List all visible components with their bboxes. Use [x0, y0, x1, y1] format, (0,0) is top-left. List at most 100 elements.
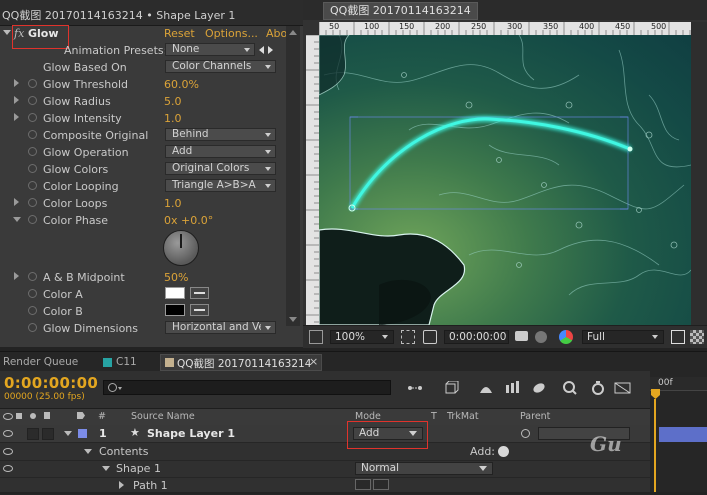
column-source-name[interactable]: Source Name	[131, 411, 195, 422]
expand-triangle-icon[interactable]	[102, 466, 110, 471]
layer-label-color[interactable]	[78, 429, 87, 438]
eye-icon[interactable]	[3, 465, 13, 472]
glow-operation-dropdown[interactable]: Add	[165, 145, 276, 158]
color-a-swatch[interactable]	[165, 287, 185, 299]
camera-snapshot-icon[interactable]	[515, 331, 528, 341]
composite-original-dropdown[interactable]: Behind	[165, 128, 276, 141]
audio-toggle[interactable]	[27, 428, 39, 440]
color-looping-dropdown[interactable]: Triangle A>B>A	[165, 179, 276, 192]
brainstorm-icon[interactable]	[614, 381, 631, 395]
shape-row[interactable]: Shape 1 Normal	[0, 460, 650, 478]
parent-pickwhip-icon[interactable]	[521, 429, 530, 438]
scroll-up-icon[interactable]	[289, 30, 297, 35]
channel-rgb-icon[interactable]	[559, 330, 573, 344]
shape-mode-dropdown[interactable]: Normal	[355, 462, 493, 475]
motion-blur-icon[interactable]	[530, 381, 546, 395]
column-t[interactable]: T	[431, 411, 437, 422]
composition-canvas[interactable]	[319, 35, 691, 325]
ruler-vertical[interactable]	[306, 34, 319, 325]
expand-triangle-icon[interactable]	[14, 79, 19, 87]
stopwatch-icon[interactable]	[28, 272, 37, 281]
shape-label[interactable]: Shape 1	[116, 462, 161, 475]
column-number[interactable]: #	[98, 411, 106, 422]
color-loops-value[interactable]: 1.0	[164, 197, 182, 210]
glow-radius-value[interactable]: 5.0	[164, 95, 182, 108]
next-preset-icon[interactable]	[268, 46, 273, 54]
tab-render-queue[interactable]: Render Queue	[3, 355, 78, 369]
options-link[interactable]: Options...	[205, 27, 258, 40]
collapse-triangle-icon[interactable]	[3, 30, 11, 35]
expand-triangle-icon[interactable]	[64, 431, 72, 436]
collapse-triangle-icon[interactable]	[13, 217, 21, 222]
eye-icon[interactable]	[3, 448, 13, 455]
stopwatch-icon[interactable]	[28, 289, 37, 298]
composition-tab[interactable]: QQ截图 20170114163214	[323, 2, 478, 20]
comp-mini-flowchart-icon[interactable]	[407, 381, 423, 395]
eyedropper-icon[interactable]	[190, 304, 209, 316]
expand-triangle-icon[interactable]	[14, 198, 19, 206]
tab-active-composition[interactable]: QQ截图 20170114163214 ×	[160, 354, 322, 371]
glow-threshold-value[interactable]: 60.0%	[164, 78, 199, 91]
transparency-grid-icon[interactable]	[690, 330, 704, 344]
layer-name[interactable]: Shape Layer 1	[147, 427, 235, 440]
show-snapshot-icon[interactable]	[535, 331, 547, 343]
layer-row[interactable]: 1 ★ Shape Layer 1 Add	[0, 425, 650, 443]
layer-duration-bar[interactable]	[659, 427, 707, 442]
hide-shy-layers-icon[interactable]	[478, 381, 494, 395]
stopwatch-icon[interactable]	[28, 323, 37, 332]
resolution-dropdown[interactable]: Full	[582, 330, 664, 344]
expand-triangle-icon[interactable]	[119, 481, 124, 489]
timeline-current-time[interactable]: 0:00:00:00	[4, 374, 98, 392]
stopwatch-icon[interactable]	[28, 113, 37, 122]
color-phase-dial[interactable]	[163, 230, 199, 266]
add-button-icon[interactable]	[498, 446, 509, 457]
solo-toggle[interactable]	[42, 428, 54, 440]
column-trkmat[interactable]: TrkMat	[447, 411, 479, 422]
path-reverse-icon[interactable]	[373, 479, 389, 490]
stopwatch-icon[interactable]	[28, 164, 37, 173]
glow-dimensions-dropdown[interactable]: Horizontal and Ve	[165, 321, 276, 334]
ab-midpoint-value[interactable]: 50%	[164, 271, 188, 284]
color-phase-value[interactable]: 0x +0.0°	[164, 214, 213, 227]
draft-3d-icon[interactable]	[443, 380, 459, 395]
region-of-interest-icon[interactable]	[671, 330, 685, 344]
stopwatch-icon[interactable]	[28, 130, 37, 139]
expand-triangle-icon[interactable]	[84, 449, 92, 454]
eyedropper-icon[interactable]	[190, 287, 209, 299]
glow-based-on-dropdown[interactable]: Color Channels	[165, 60, 276, 73]
stopwatch-icon[interactable]	[28, 198, 37, 207]
eye-icon[interactable]	[3, 430, 13, 437]
toggle-grid-icon[interactable]	[401, 330, 415, 344]
column-parent[interactable]: Parent	[520, 411, 550, 422]
scroll-down-icon[interactable]	[289, 317, 297, 322]
reset-link[interactable]: Reset	[164, 27, 195, 40]
tab-c11[interactable]: C11	[116, 355, 137, 369]
time-ruler[interactable]: 00f	[650, 377, 707, 391]
composition-scrollbar[interactable]	[691, 22, 707, 325]
frame-blending-icon[interactable]	[505, 381, 521, 395]
stopwatch-icon[interactable]	[28, 96, 37, 105]
glow-colors-dropdown[interactable]: Original Colors	[165, 162, 276, 175]
effect-controls-scrollbar[interactable]	[286, 26, 300, 326]
path-direction-icon[interactable]	[355, 479, 371, 490]
stopwatch-icon[interactable]	[28, 147, 37, 156]
stopwatch-icon[interactable]	[28, 181, 37, 190]
graph-editor-icon[interactable]	[562, 381, 578, 395]
toggle-mask-icon[interactable]	[423, 330, 437, 344]
close-icon[interactable]: ×	[309, 355, 318, 368]
previous-preset-icon[interactable]	[259, 46, 264, 54]
expand-triangle-icon[interactable]	[14, 272, 19, 280]
expand-triangle-icon[interactable]	[14, 96, 19, 104]
stopwatch-icon[interactable]	[28, 215, 37, 224]
timeline-search-input[interactable]	[103, 380, 391, 395]
path-row[interactable]: Path 1	[0, 477, 650, 495]
expand-triangle-icon[interactable]	[14, 113, 19, 121]
zoom-dropdown[interactable]: 100%	[330, 330, 394, 344]
always-preview-icon[interactable]	[309, 330, 323, 344]
contents-row[interactable]: Contents Add:	[0, 443, 650, 461]
stopwatch-icon[interactable]	[28, 306, 37, 315]
glow-intensity-value[interactable]: 1.0	[164, 112, 182, 125]
animation-presets-dropdown[interactable]: None	[165, 43, 255, 56]
stopwatch-icon[interactable]	[28, 79, 37, 88]
path-label[interactable]: Path 1	[133, 479, 168, 492]
